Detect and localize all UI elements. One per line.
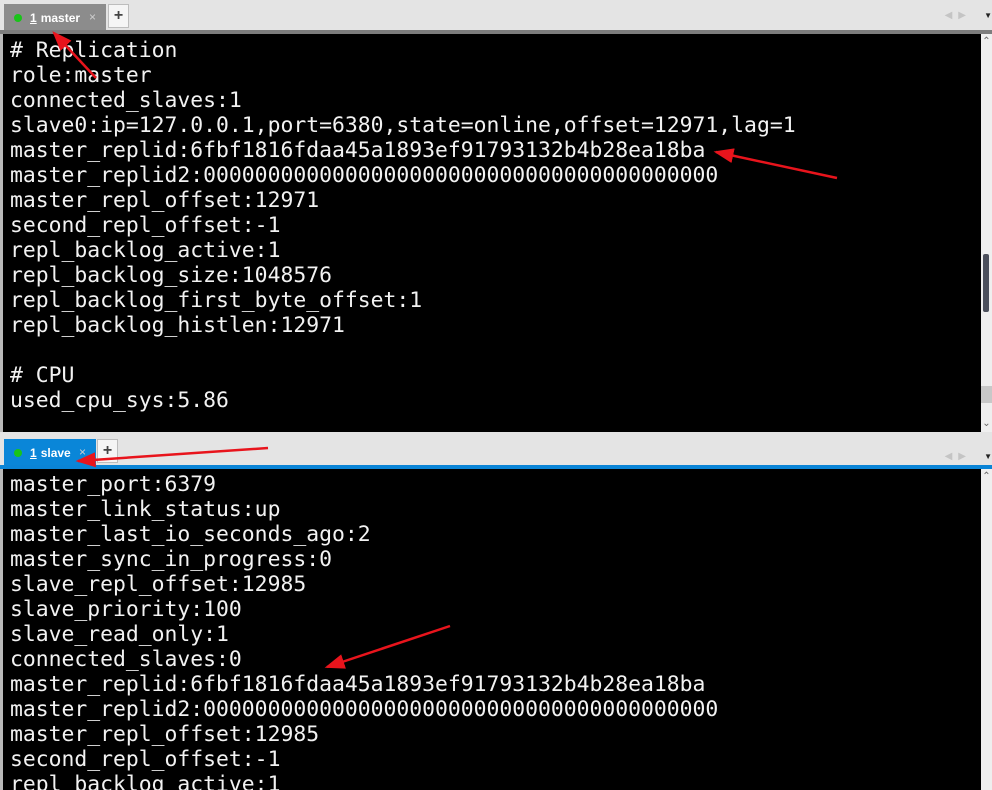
- tab-scroll-arrows: ◀▶: [945, 451, 972, 462]
- tab-list-dropdown-icon[interactable]: ▼: [984, 452, 992, 461]
- new-tab-button[interactable]: +: [97, 439, 118, 463]
- tab-number: 1: [30, 445, 37, 460]
- terminal-lines: # Replication role:master connected_slaves…: [3, 34, 981, 413]
- chevron-right-icon[interactable]: ▶: [958, 10, 972, 21]
- terminal-line: second_repl_offset:-1: [10, 747, 281, 772]
- slave-tab-bar: 1 slave × + ◀▶ ▼: [0, 436, 992, 466]
- terminal-line: master_sync_in_progress:0: [10, 547, 332, 572]
- terminal-line: master_link_status:up: [10, 497, 281, 522]
- terminal-line: role:master: [10, 63, 152, 88]
- terminal-line: connected_slaves:0: [10, 647, 242, 672]
- terminal-line: # CPU: [10, 363, 75, 388]
- terminal-line: repl_backlog_first_byte_offset:1: [10, 288, 423, 313]
- close-tab-icon[interactable]: ×: [79, 445, 86, 459]
- tab-scroll-arrows: ◀▶: [945, 10, 972, 21]
- terminal-line: repl_backlog_active:1: [10, 772, 281, 790]
- chevron-right-icon[interactable]: ▶: [958, 451, 972, 462]
- tab-master[interactable]: 1 master ×: [4, 4, 106, 31]
- tab-list-dropdown-icon[interactable]: ▼: [984, 11, 992, 20]
- master-tab-bar: 1 master × + ◀▶ ▼: [0, 0, 992, 31]
- connection-status-icon: [14, 448, 22, 457]
- terminal-line: master_repl_offset:12971: [10, 188, 320, 213]
- terminal-line: slave_priority:100: [10, 597, 242, 622]
- master-terminal-pane: 1 master × + ◀▶ ▼ # Replication role:mast…: [0, 0, 992, 436]
- terminal-lines: master_port:6379 master_link_status:up mas…: [3, 469, 981, 790]
- scroll-down-icon[interactable]: ⌄: [981, 418, 992, 430]
- terminal-line: repl_backlog_histlen:12971: [10, 313, 345, 338]
- terminal-line: master_replid:6fbf1816fdaa45a1893ef91793…: [10, 138, 706, 163]
- terminal-line: # Replication: [10, 38, 178, 63]
- terminal-output[interactable]: master_port:6379 master_link_status:up mas…: [0, 469, 981, 790]
- connection-status-icon: [14, 13, 22, 22]
- scroll-up-icon[interactable]: ⌃: [981, 36, 992, 48]
- terminal-line: master_last_io_seconds_ago:2: [10, 522, 371, 547]
- terminal-line: slave_read_only:1: [10, 622, 229, 647]
- chevron-left-icon[interactable]: ◀: [945, 10, 959, 21]
- terminal-line: slave_repl_offset:12985: [10, 572, 307, 597]
- terminal-line: connected_slaves:1: [10, 88, 242, 113]
- new-tab-button[interactable]: +: [108, 4, 129, 28]
- terminal-line: slave0:ip=127.0.0.1,port=6380,state=onli…: [10, 113, 796, 138]
- terminal-line: repl_backlog_size:1048576: [10, 263, 332, 288]
- terminal-line: used_cpu_sys:5.86: [10, 388, 229, 413]
- tab-number: 1: [30, 10, 37, 25]
- terminal-line: repl_backlog_active:1: [10, 238, 281, 263]
- terminal-line: second_repl_offset:-1: [10, 213, 281, 238]
- chevron-left-icon[interactable]: ◀: [945, 451, 959, 462]
- slave-terminal-pane: 1 slave × + ◀▶ ▼ master_port:6379 master_…: [0, 436, 992, 790]
- scroll-up-icon[interactable]: ⌃: [981, 471, 992, 483]
- terminal-line: master_repl_offset:12985: [10, 722, 320, 747]
- close-tab-icon[interactable]: ×: [89, 10, 96, 24]
- terminal-line: master_replid:6fbf1816fdaa45a1893ef91793…: [10, 672, 706, 697]
- tab-label: slave: [40, 445, 71, 460]
- vertical-scrollbar[interactable]: ⌃: [981, 469, 992, 790]
- tab-slave[interactable]: 1 slave ×: [4, 439, 96, 466]
- terminal-line: master_replid2:0000000000000000000000000…: [10, 697, 719, 722]
- terminal-line: master_port:6379: [10, 472, 217, 497]
- scrollbar-thumb[interactable]: [983, 254, 989, 312]
- terminal-output[interactable]: # Replication role:master connected_slaves…: [0, 34, 981, 432]
- terminal-line: master_replid2:0000000000000000000000000…: [10, 163, 719, 188]
- tab-label: master: [40, 10, 81, 25]
- scrollbar-track-segment[interactable]: [981, 386, 992, 403]
- vertical-scrollbar[interactable]: ⌃ ⌄: [981, 34, 992, 432]
